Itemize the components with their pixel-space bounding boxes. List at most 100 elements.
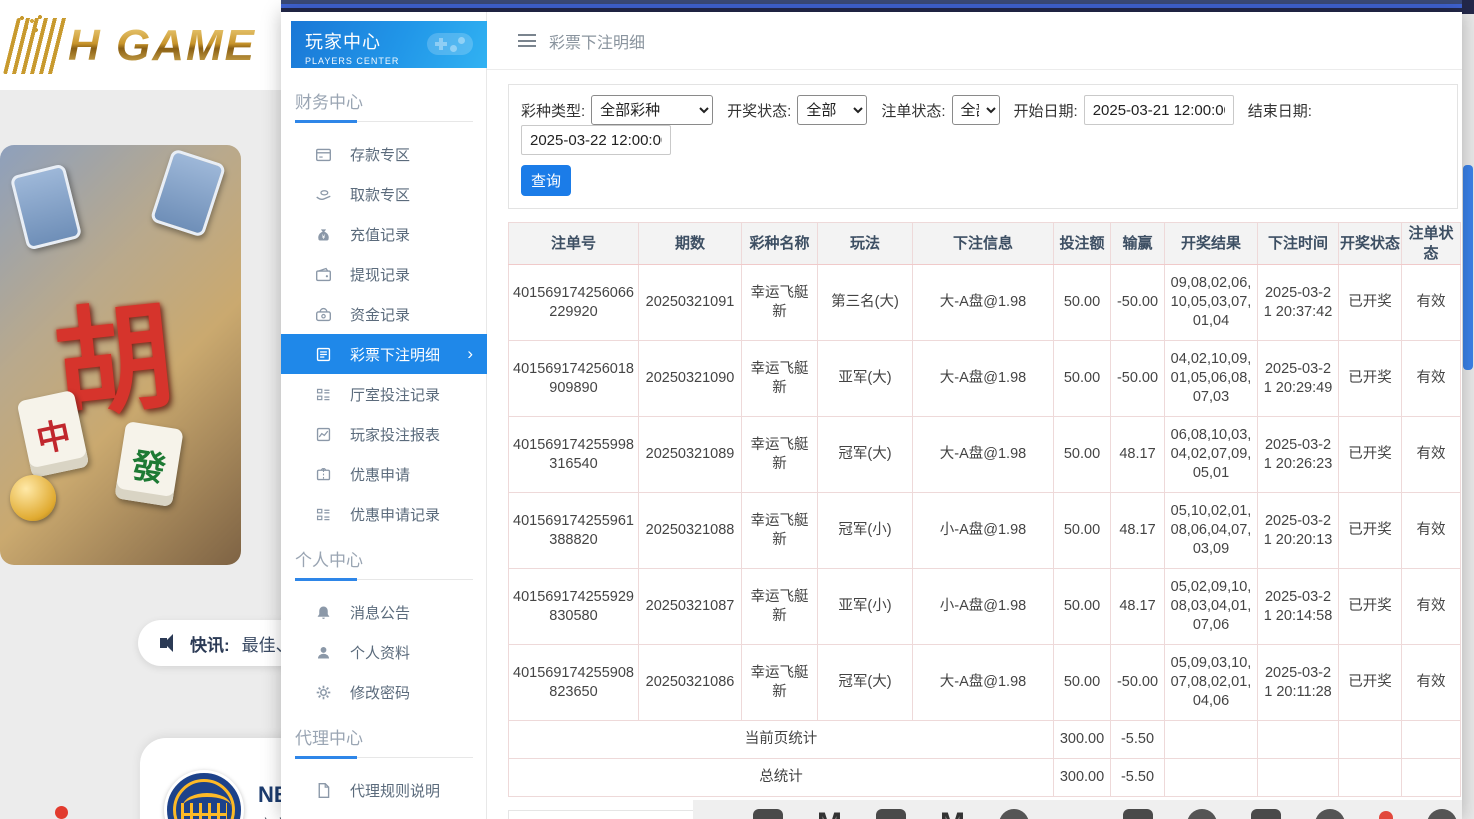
- table-cell: 20250321087: [639, 569, 742, 645]
- summary-empty-cell: [1258, 759, 1339, 797]
- summary-row: 总统计300.00-5.50: [509, 759, 1461, 797]
- lottery-bet-details-icon: [315, 346, 332, 363]
- hamburger-icon[interactable]: [518, 34, 536, 47]
- table-cell: 冠军(小): [818, 493, 913, 569]
- sidebar-item-label: 厅室投注记录: [350, 384, 440, 405]
- summary-empty-cell: [1339, 759, 1402, 797]
- table-cell: 有效: [1402, 493, 1461, 569]
- draw-status-select[interactable]: 全部: [797, 95, 867, 125]
- sidebar-item-change-password[interactable]: 修改密码: [281, 672, 487, 712]
- end-date-label: 结束日期:: [1248, 100, 1312, 121]
- table-cell: 大-A盘@1.98: [913, 265, 1054, 341]
- summary-empty-cell: [1165, 721, 1258, 759]
- sidebar-item-fund-records[interactable]: 资金记录: [281, 294, 487, 334]
- sidebar-item-message-announcements[interactable]: 消息公告: [281, 592, 487, 632]
- message-announcements-icon: [315, 604, 332, 621]
- table-cell: 05,10,02,01,08,06,04,07,03,09: [1165, 493, 1258, 569]
- search-button[interactable]: 查询: [521, 165, 571, 196]
- table-cell: 48.17: [1111, 493, 1165, 569]
- sidebar-item-player-bet-report[interactable]: 玩家投注报表: [281, 414, 487, 454]
- summary-label: 当前页统计: [509, 721, 1054, 759]
- table-cell: 大-A盘@1.98: [913, 341, 1054, 417]
- sidebar-item-label: 取款专区: [350, 184, 410, 205]
- column-header: 下注时间: [1258, 223, 1339, 265]
- table-header-row: 注单号期数彩种名称玩法下注信息投注额输赢开奖结果下注时间开奖状态注单状态: [509, 223, 1461, 265]
- summary-winloss-total: -5.50: [1111, 759, 1165, 797]
- sidebar-item-label: 优惠申请记录: [350, 504, 440, 525]
- lottery-type-select[interactable]: 全部彩种: [591, 95, 713, 125]
- table-cell: 有效: [1402, 417, 1461, 493]
- sidebar-item-label: 个人资料: [350, 642, 410, 663]
- sidebar-item-promo-apply-records[interactable]: 优惠申请记录: [281, 494, 487, 534]
- sidebar-item-recharge-records[interactable]: 充值记录: [281, 214, 487, 254]
- mahjong-tile-fa: 發: [114, 421, 183, 507]
- sidebar-item-personal-profile[interactable]: 个人资料: [281, 632, 487, 672]
- sidebar-item-label: 彩票下注明细: [350, 344, 440, 365]
- sidebar-sections: 财务中心存款专区取款专区充值记录提现记录资金记录彩票下注明细› 厅室投注记录玩家投…: [281, 76, 487, 819]
- column-header: 输赢: [1111, 223, 1165, 265]
- sidebar-item-promo-apply[interactable]: 优惠申请: [281, 454, 487, 494]
- deposit-zone-icon: [315, 146, 332, 163]
- table-row: 40156917425592983058020250321087幸运飞艇新亚军(…: [509, 569, 1461, 645]
- table-row: 40156917425606622992020250321091幸运飞艇新第三名…: [509, 265, 1461, 341]
- column-header: 注单状态: [1402, 223, 1461, 265]
- sidebar: 玩家中心 PLAYERS CENTER 财务中心存款专区取款专区充值记录提现记录…: [281, 12, 487, 819]
- table-cell: 小-A盘@1.98: [913, 569, 1054, 645]
- scrollbar-top-cap: [1462, 0, 1474, 14]
- table-cell: 亚军(大): [818, 341, 913, 417]
- page-scrollbar[interactable]: [1462, 0, 1474, 819]
- sidebar-section-title: 财务中心: [295, 88, 473, 113]
- table-row: 40156917425590882365020250321086幸运飞艇新冠军(…: [509, 645, 1461, 721]
- gamepad-icon: [427, 29, 473, 59]
- section-underline: [295, 121, 473, 122]
- sidebar-item-withdraw-zone[interactable]: 取款专区: [281, 174, 487, 214]
- end-date-input[interactable]: [521, 125, 671, 155]
- sidebar-section-title: 个人中心: [295, 546, 473, 571]
- mahjong-tile-back: [10, 163, 83, 250]
- page-title: 彩票下注明细: [549, 29, 645, 53]
- table-cell: 50.00: [1054, 417, 1111, 493]
- gold-coin-decoration: [10, 475, 56, 521]
- mahjong-promo-banner[interactable]: 胡 中 發: [0, 145, 241, 565]
- column-header: 开奖状态: [1339, 223, 1402, 265]
- table-cell: 已开奖: [1339, 417, 1402, 493]
- bottom-dock-icons: MM: [753, 809, 1457, 819]
- sidebar-item-hall-bet-records[interactable]: 厅室投注记录: [281, 374, 487, 414]
- table-cell: 幸运飞艇新: [742, 265, 818, 341]
- table-cell: 20250321090: [639, 341, 742, 417]
- site-logo[interactable]: H GAME: [10, 16, 256, 76]
- main-content: 彩票下注明细 彩种类型: 全部彩种 开奖状态: 全部 注单状态: 全部 开始日期…: [487, 12, 1462, 819]
- hall-bet-records-icon: [315, 386, 332, 403]
- sidebar-item-lottery-bet-details[interactable]: 彩票下注明细›: [281, 334, 487, 374]
- table-cell: 2025-03-21 20:20:13: [1258, 493, 1339, 569]
- sidebar-item-withdrawal-records[interactable]: 提现记录: [281, 254, 487, 294]
- table-cell: 大-A盘@1.98: [913, 645, 1054, 721]
- table-cell: 幸运飞艇新: [742, 417, 818, 493]
- summary-empty-cell: [1402, 759, 1461, 797]
- sidebar-section-title: 代理中心: [295, 724, 473, 749]
- warriors-logo-icon: [164, 770, 244, 819]
- summary-empty-cell: [1165, 759, 1258, 797]
- summary-bet-total: 300.00: [1054, 759, 1111, 797]
- table-cell: 幸运飞艇新: [742, 569, 818, 645]
- bets-table: 注单号期数彩种名称玩法下注信息投注额输赢开奖结果下注时间开奖状态注单状态 401…: [508, 222, 1461, 797]
- notification-red-dot: [55, 806, 68, 819]
- withdraw-zone-icon: [315, 186, 332, 203]
- table-cell: 05,02,09,10,08,03,04,01,07,06: [1165, 569, 1258, 645]
- table-cell: 50.00: [1054, 493, 1111, 569]
- start-date-input[interactable]: [1084, 95, 1234, 125]
- sidebar-item-agent-team-stats[interactable]: 代理团队统计: [281, 810, 487, 819]
- sidebar-item-agent-rules[interactable]: 代理规则说明: [281, 770, 487, 810]
- table-cell: 04,02,10,09,01,05,06,08,07,03: [1165, 341, 1258, 417]
- scrollbar-thumb[interactable]: [1463, 165, 1473, 370]
- bet-status-select[interactable]: 全部: [952, 95, 1000, 125]
- bottom-dock-strip: MM: [693, 800, 1462, 819]
- summary-empty-cell: [1258, 721, 1339, 759]
- bet-status-label: 注单状态:: [881, 100, 945, 121]
- table-cell: 冠军(大): [818, 417, 913, 493]
- sidebar-item-deposit-zone[interactable]: 存款专区: [281, 134, 487, 174]
- table-cell: 2025-03-21 20:26:23: [1258, 417, 1339, 493]
- sidebar-item-label: 存款专区: [350, 144, 410, 165]
- change-password-icon: [315, 684, 332, 701]
- column-header: 注单号: [509, 223, 639, 265]
